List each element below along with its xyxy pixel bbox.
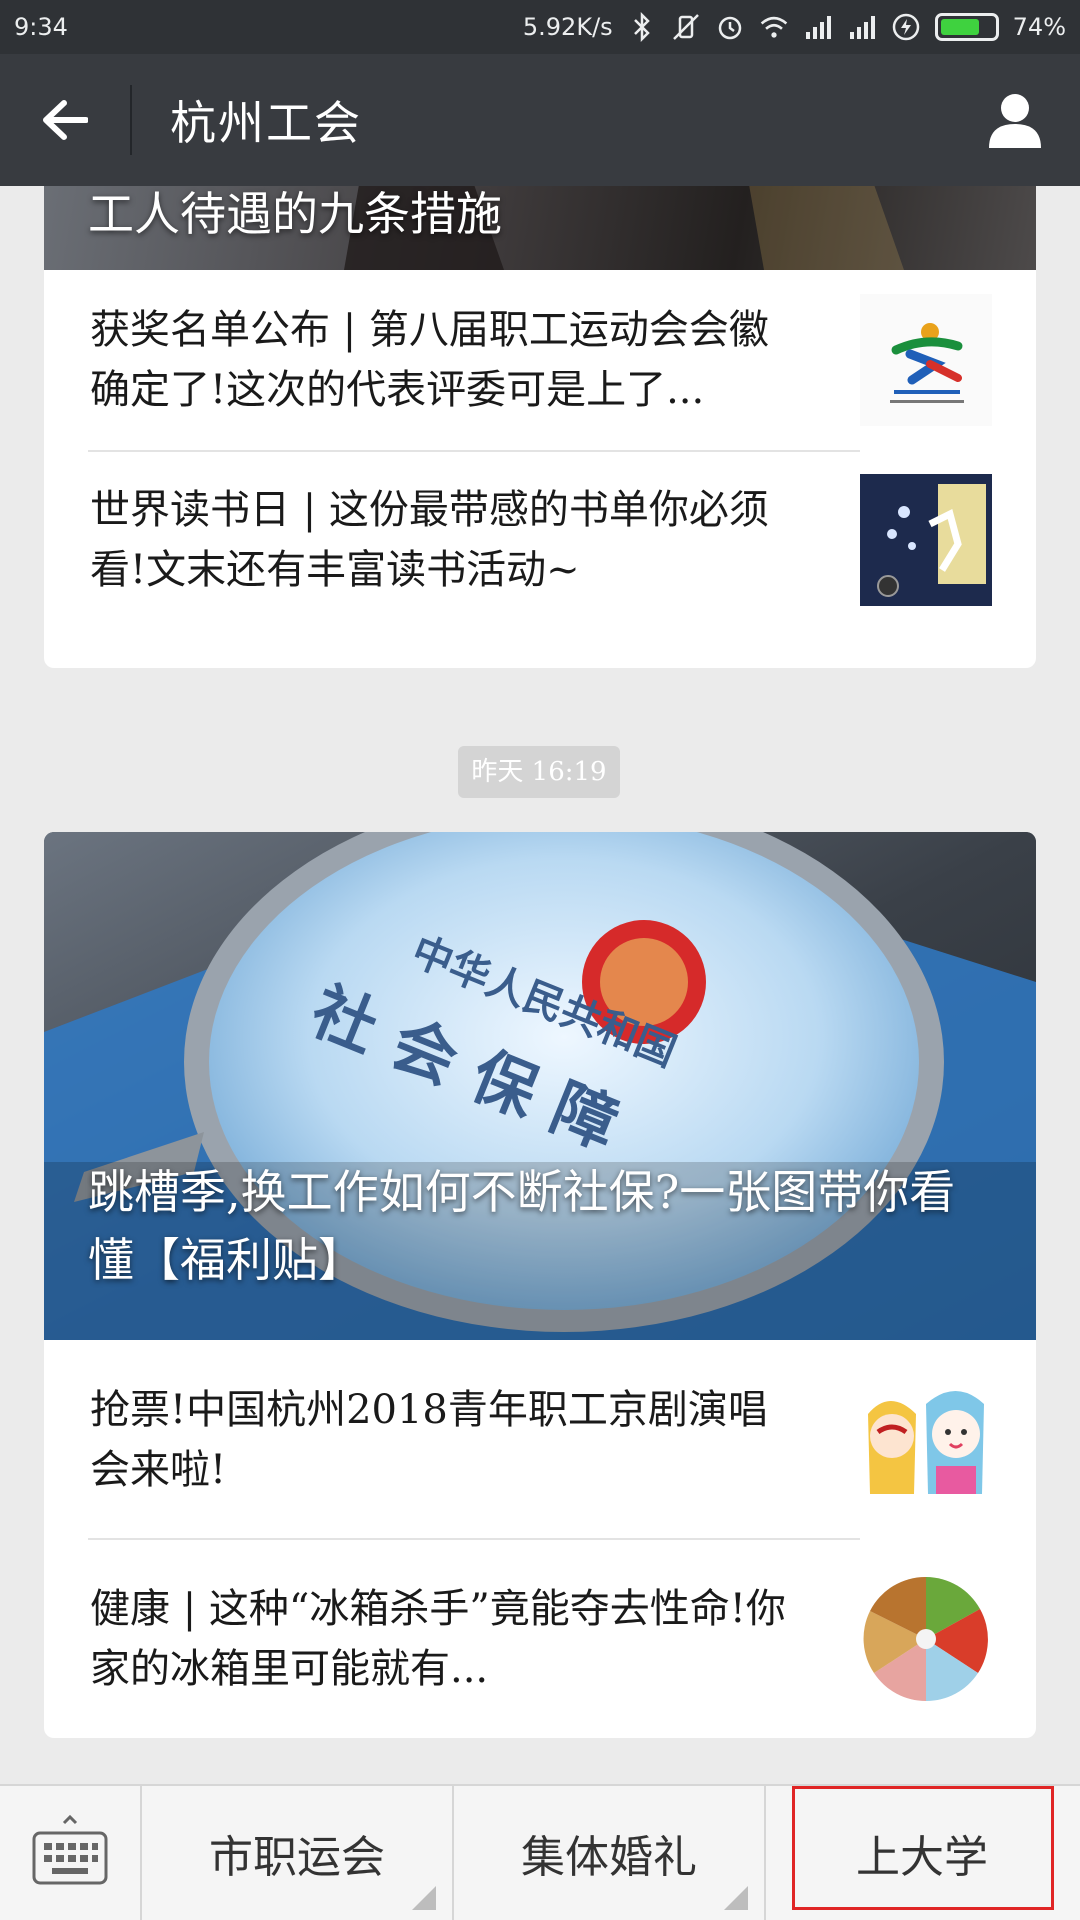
- list-item[interactable]: 获奖名单公布 | 第八届职工运动会会徽确定了!这次的代表评委可是上了...: [44, 270, 1036, 450]
- signal-icon: [803, 12, 833, 42]
- charging-icon: [891, 12, 921, 42]
- menu-button-go-to-college[interactable]: 上大学: [766, 1786, 1078, 1920]
- submenu-indicator-icon: [724, 1886, 748, 1910]
- item-title: 抢票!中国杭州2018青年职工京剧演唱会来啦!: [90, 1387, 768, 1493]
- mute-vibrate-icon: [671, 12, 701, 42]
- battery-level-fill: [940, 19, 980, 35]
- cover-title: 跳槽季,换工作如何不断社保?一张图带你看懂【福利贴】: [88, 1165, 956, 1287]
- menu-label: 集体婚礼: [521, 1832, 697, 1883]
- person-icon: [989, 94, 1041, 148]
- status-icons: 5.92K/s 74%: [523, 12, 1066, 42]
- network-speed: 5.92K/s: [522, 13, 613, 41]
- keyboard-icon: [32, 1814, 108, 1885]
- submenu-indicator-icon: [412, 1886, 436, 1910]
- profile-button[interactable]: [950, 54, 1080, 186]
- nav-divider: [130, 85, 132, 155]
- food-plate: [860, 1573, 992, 1705]
- food-plate-thumb: [860, 1573, 992, 1705]
- status-time: 9:34: [14, 13, 68, 41]
- item-title: 世界读书日 | 这份最带感的书单你必须看!文末还有丰富读书活动~: [90, 487, 769, 593]
- peking-opera-thumb: [860, 1374, 992, 1506]
- message-list[interactable]: 工人待遇的九条措施 获奖名单公布 | 第八届职工运动会会徽确定了!这次的代表评委…: [0, 186, 1080, 1784]
- wifi-icon: [759, 12, 789, 42]
- page-title: 杭州工会: [170, 96, 362, 150]
- sports-games-logo: [860, 294, 992, 426]
- list-item[interactable]: 健康 | 这种“冰箱杀手”竟能夺去性命!你家的冰箱里可能就有...: [44, 1540, 1036, 1738]
- item-title: 获奖名单公布 | 第八届职工运动会会徽确定了!这次的代表评委可是上了...: [90, 307, 769, 413]
- message-timestamp: 昨天 16:19: [458, 746, 620, 798]
- battery-percent: 74%: [1012, 13, 1066, 41]
- bottom-menu-bar: 市职运会 集体婚礼 上大学: [0, 1784, 1080, 1920]
- status-bar: 9:34 5.92K/s 74%: [0, 0, 1080, 54]
- list-item[interactable]: 世界读书日 | 这份最带感的书单你必须看!文末还有丰富读书活动~: [44, 450, 1036, 630]
- menu-label: 市职运会: [209, 1832, 385, 1883]
- signal-icon: [847, 12, 877, 42]
- cover-title: 工人待遇的九条措施: [88, 187, 502, 241]
- bluetooth-icon: [627, 12, 657, 42]
- battery-icon: [934, 13, 999, 41]
- keyboard-toggle-button[interactable]: [0, 1786, 142, 1920]
- alarm-icon: [715, 12, 745, 42]
- article-card: 中华人民共和国 社 会 保 障 跳槽季,换工作如何不断社保?一张图带你看懂【福利…: [44, 832, 1036, 1738]
- menu-label: 上大学: [856, 1832, 988, 1883]
- article-card: 工人待遇的九条措施 获奖名单公布 | 第八届职工运动会会徽确定了!这次的代表评委…: [44, 186, 1036, 668]
- sports-games-logo-thumb: [860, 294, 992, 426]
- book-cover: [860, 474, 992, 606]
- menu-button-group-wedding[interactable]: 集体婚礼: [454, 1786, 766, 1920]
- back-button[interactable]: [0, 54, 130, 186]
- nav-bar: 杭州工会: [0, 54, 1080, 186]
- peking-opera-illustration: [860, 1374, 992, 1506]
- menu-button-sports-games[interactable]: 市职运会: [142, 1786, 454, 1920]
- arrow-left-icon: [43, 100, 88, 140]
- book-cover-thumb: [860, 474, 992, 606]
- item-title: 健康 | 这种“冰箱杀手”竟能夺去性命!你家的冰箱里可能就有...: [90, 1586, 786, 1692]
- list-item[interactable]: 抢票!中国杭州2018青年职工京剧演唱会来啦!: [44, 1340, 1036, 1540]
- article-cover[interactable]: 工人待遇的九条措施: [44, 186, 1036, 270]
- article-cover[interactable]: 中华人民共和国 社 会 保 障 跳槽季,换工作如何不断社保?一张图带你看懂【福利…: [44, 832, 1036, 1340]
